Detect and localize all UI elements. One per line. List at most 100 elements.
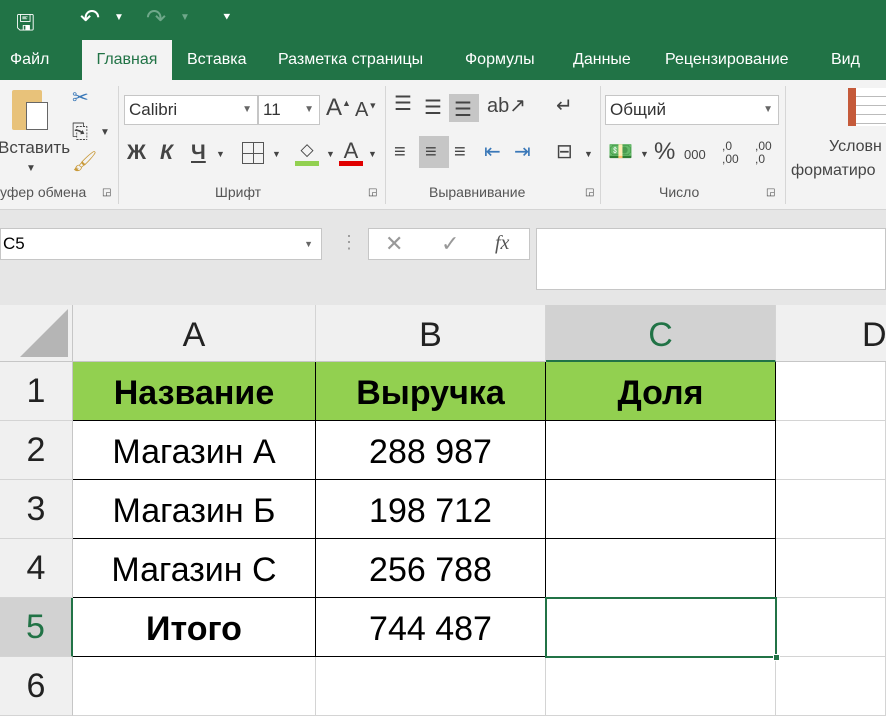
font-name-select[interactable]: Calibri ▼	[124, 95, 258, 125]
decrease-font-icon[interactable]: A▼	[355, 100, 377, 120]
cell-b4[interactable]: 256 788	[316, 539, 546, 598]
thousands-separator-button[interactable]: 000	[684, 148, 706, 161]
align-left-icon[interactable]: ≡	[394, 142, 406, 162]
cell-b1[interactable]: Выручка	[316, 362, 546, 421]
underline-dropdown-icon[interactable]: ▼	[216, 150, 225, 159]
increase-font-icon[interactable]: A▲	[326, 96, 351, 120]
copy-icon[interactable]: ⎘	[72, 122, 88, 142]
formula-input[interactable]	[536, 228, 886, 290]
insert-function-icon[interactable]: fx	[495, 232, 509, 255]
orientation-icon[interactable]: ab↗	[487, 96, 526, 116]
merge-dropdown-icon[interactable]: ▼	[584, 150, 593, 159]
cell-b3[interactable]: 198 712	[316, 480, 546, 539]
column-header-d[interactable]: D	[776, 305, 886, 362]
save-icon[interactable]: 🖫	[16, 6, 35, 44]
decrease-indent-icon[interactable]: ⇤	[484, 142, 501, 162]
fill-color-icon[interactable]: ◇	[295, 140, 319, 166]
borders-icon[interactable]	[242, 142, 264, 164]
cell-d5[interactable]	[776, 598, 886, 657]
cell-a1[interactable]: Название	[73, 362, 316, 421]
undo-dropdown-icon[interactable]: ▼	[114, 12, 124, 23]
underline-button[interactable]: Ч	[191, 142, 206, 163]
cell-c6[interactable]	[546, 657, 776, 716]
paste-icon[interactable]	[12, 90, 48, 130]
row-header-5[interactable]: 5	[0, 598, 73, 657]
percent-button[interactable]: %	[654, 140, 675, 164]
align-right-icon[interactable]: ≡	[454, 142, 466, 162]
borders-dropdown-icon[interactable]: ▼	[272, 150, 281, 159]
chevron-down-icon[interactable]: ▼	[304, 229, 313, 259]
name-box[interactable]: C5 ▼	[0, 228, 322, 260]
row-header-2[interactable]: 2	[0, 421, 73, 480]
align-top-icon[interactable]: ☰	[394, 94, 412, 114]
align-center-button[interactable]: ≡	[419, 136, 449, 168]
currency-dropdown-icon[interactable]: ▼	[640, 150, 649, 159]
font-launcher-icon[interactable]: ◲	[368, 188, 377, 198]
row-header-1[interactable]: 1	[0, 362, 73, 421]
cell-c1[interactable]: Доля	[546, 362, 776, 421]
cell-c4[interactable]	[546, 539, 776, 598]
row-header-3[interactable]: 3	[0, 480, 73, 539]
cell-a2[interactable]: Магазин А	[73, 421, 316, 480]
cell-c2[interactable]	[546, 421, 776, 480]
tab-view[interactable]: Вид	[831, 40, 860, 80]
italic-button[interactable]: К	[160, 142, 173, 163]
conditional-formatting-icon[interactable]	[848, 88, 886, 126]
number-launcher-icon[interactable]: ◲	[766, 188, 775, 198]
tab-data[interactable]: Данные	[573, 40, 631, 80]
fill-handle[interactable]	[773, 654, 780, 661]
cell-d4[interactable]	[776, 539, 886, 598]
column-header-c[interactable]: C	[546, 305, 776, 362]
cell-a3[interactable]: Магазин Б	[73, 480, 316, 539]
currency-icon[interactable]: 💵	[608, 142, 633, 162]
increase-decimal-button[interactable]: ,0 ,00	[722, 140, 748, 166]
cell-c3[interactable]	[546, 480, 776, 539]
customize-toolbar-icon[interactable]: ⯆	[222, 10, 232, 25]
redo-dropdown-icon[interactable]: ▼	[180, 12, 190, 23]
font-color-icon[interactable]: A	[339, 138, 363, 166]
fill-dropdown-icon[interactable]: ▼	[326, 150, 335, 159]
cell-d1[interactable]	[776, 362, 886, 421]
tab-review[interactable]: Рецензирование	[665, 40, 789, 80]
tab-formulas[interactable]: Формулы	[465, 40, 535, 80]
increase-indent-icon[interactable]: ⇥	[514, 142, 531, 162]
number-format-select[interactable]: Общий ▼	[605, 95, 779, 125]
bold-button[interactable]: Ж	[127, 142, 146, 163]
cancel-icon[interactable]: ✕	[385, 231, 403, 257]
drag-handle-icon[interactable]: ⋮	[340, 232, 358, 253]
cell-d2[interactable]	[776, 421, 886, 480]
tab-home[interactable]: Главная	[82, 40, 172, 80]
row-header-4[interactable]: 4	[0, 539, 73, 598]
cell-d3[interactable]	[776, 480, 886, 539]
cell-a6[interactable]	[73, 657, 316, 716]
enter-icon[interactable]: ✓	[441, 231, 459, 257]
tab-insert[interactable]: Вставка	[187, 40, 246, 80]
font-color-dropdown-icon[interactable]: ▼	[368, 150, 377, 159]
copy-dropdown-icon[interactable]: ▼	[100, 128, 110, 138]
column-header-b[interactable]: B	[316, 305, 546, 362]
align-middle-icon[interactable]: ☰	[424, 98, 442, 118]
align-bottom-button[interactable]: ☰	[449, 94, 479, 122]
undo-icon[interactable]: ↶	[80, 4, 100, 33]
conditional-formatting-label-1[interactable]: Условн	[829, 138, 882, 156]
cell-a4[interactable]: Магазин С	[73, 539, 316, 598]
redo-icon[interactable]: ↷	[146, 4, 166, 33]
font-size-select[interactable]: 11 ▼	[258, 95, 320, 125]
decrease-decimal-button[interactable]: ,00 ,0	[755, 140, 781, 166]
cell-b2[interactable]: 288 987	[316, 421, 546, 480]
alignment-launcher-icon[interactable]: ◲	[585, 188, 594, 198]
select-all-button[interactable]	[0, 305, 73, 362]
column-header-a[interactable]: A	[73, 305, 316, 362]
row-header-6[interactable]: 6	[0, 657, 73, 716]
cell-a5[interactable]: Итого	[73, 598, 316, 657]
wrap-text-icon[interactable]: ↵	[556, 96, 573, 116]
cell-d6[interactable]	[776, 657, 886, 716]
conditional-formatting-label-2[interactable]: форматиро	[791, 162, 876, 180]
clipboard-launcher-icon[interactable]: ◲	[102, 188, 111, 198]
paste-dropdown-icon[interactable]: ▼	[26, 164, 36, 174]
cut-icon[interactable]: ✂	[72, 88, 89, 108]
tab-page-layout[interactable]: Разметка страницы	[278, 40, 423, 80]
cell-b5[interactable]: 744 487	[316, 598, 546, 657]
tab-file[interactable]: Файл	[10, 40, 49, 80]
paste-button[interactable]: Вставить	[0, 138, 70, 158]
